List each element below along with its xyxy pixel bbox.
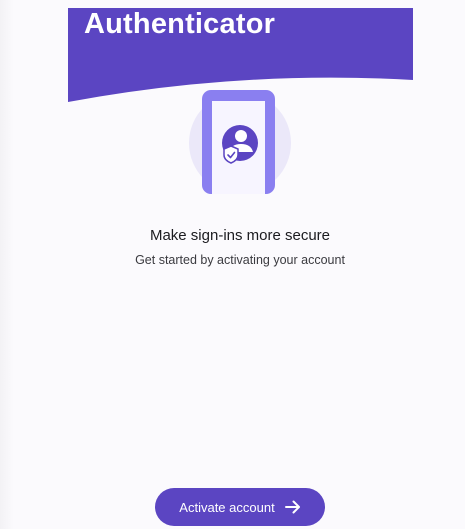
app-title: Authenticator xyxy=(84,8,276,40)
arrow-right-icon xyxy=(284,500,301,514)
headline: Make sign-ins more secure xyxy=(149,227,331,244)
secure-phone-illustration xyxy=(185,88,295,198)
app-screen: Authenticator Make sign-ins more secure … xyxy=(0,0,465,529)
activate-account-button[interactable]: Activate account xyxy=(155,488,325,526)
subtext: Get started by activating your account xyxy=(135,253,345,267)
activate-account-label: Activate account xyxy=(179,499,275,515)
